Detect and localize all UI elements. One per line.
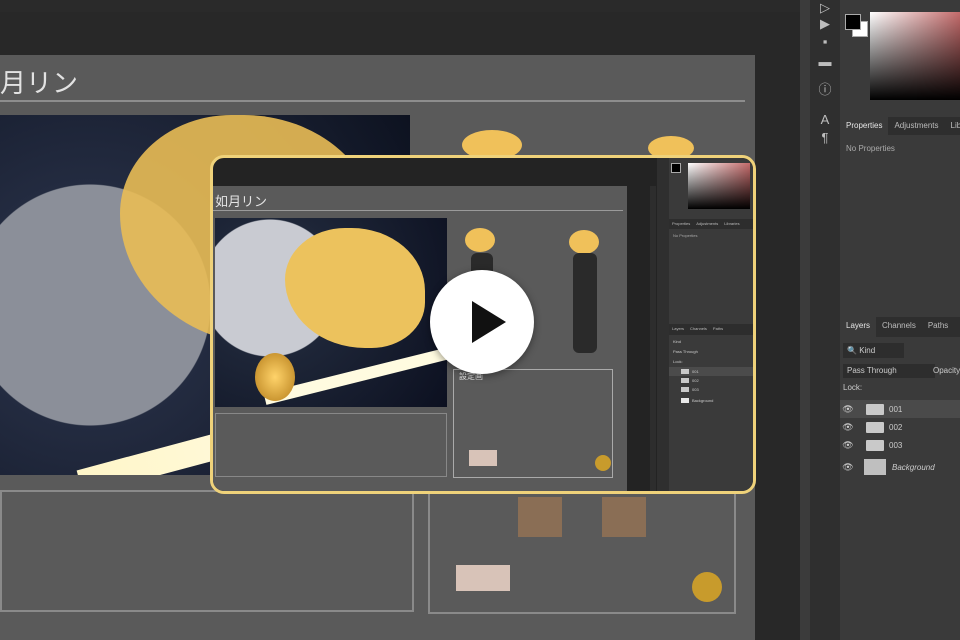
preview-hero-illustration — [215, 218, 447, 407]
layers-tabs: Layers Channels Paths — [840, 317, 960, 337]
preview-kind-filter: Kind — [673, 339, 682, 344]
preview-text-frame — [215, 413, 447, 477]
figure-shorts — [602, 497, 646, 537]
eye-icon[interactable]: 👁 — [840, 422, 856, 433]
layer-thumbnail — [681, 398, 689, 403]
reference-sheet-frame — [428, 475, 736, 614]
folder-icon — [681, 387, 689, 392]
tab-libraries[interactable]: Libraries — [945, 117, 960, 135]
play-button[interactable] — [430, 270, 534, 374]
preview-layer-name: 003 — [692, 387, 699, 392]
opacity-label: Opacity — [933, 366, 960, 375]
preview-title-divider — [213, 210, 623, 211]
preview-properties-empty: No Properties — [673, 233, 698, 238]
layer-name: 003 — [889, 440, 903, 450]
layer-row[interactable]: 👁 003 — [840, 436, 960, 454]
eye-icon[interactable]: 👁 — [840, 404, 856, 415]
preview-layer-row: Background — [669, 396, 753, 405]
preview-layer-name: 002 — [692, 378, 699, 383]
eye-icon[interactable]: 👁 — [840, 440, 856, 451]
paragraph-icon[interactable]: ¶ — [816, 130, 834, 146]
info-icon[interactable]: ⓘ — [816, 82, 834, 98]
preview-tab-properties: Properties — [672, 221, 691, 226]
layer-row[interactable]: 👁 001 — [840, 400, 960, 418]
folder-icon — [681, 369, 689, 374]
play-tool-icon[interactable]: ▶ — [816, 16, 834, 32]
preview-properties-tabs: Properties Adjustments Libraries — [669, 219, 753, 229]
properties-tabs: Properties Adjustments Libraries — [840, 117, 960, 135]
tab-adjustments[interactable]: Adjustments — [888, 117, 944, 135]
comment-icon[interactable]: ▬ — [816, 54, 834, 70]
katana-guard — [255, 353, 295, 401]
figure-shorts — [518, 497, 562, 537]
text-frame — [0, 490, 414, 612]
preview-tab-paths: Paths — [712, 326, 724, 331]
preview-color-field — [688, 163, 750, 209]
eye-closeup — [469, 450, 497, 466]
title-divider — [0, 100, 745, 102]
preview-lock-label: Lock: — [673, 359, 683, 364]
layer-name: Background — [892, 462, 935, 472]
character-icon[interactable]: A — [816, 112, 834, 128]
color-picker-field[interactable] — [870, 12, 960, 100]
figure-hair — [569, 230, 599, 254]
layer-thumbnail — [864, 459, 886, 475]
folder-icon — [866, 421, 884, 433]
tool-column: ▷ ▶ ▪ ▬ ⓘ A ¶ — [810, 0, 840, 640]
preview-blend-mode: Pass Through — [673, 349, 698, 354]
emblem — [595, 455, 611, 471]
folder-icon — [866, 403, 884, 415]
preview-layer-row: 001 — [669, 367, 753, 376]
folder-icon — [681, 378, 689, 383]
character-hair — [285, 228, 425, 348]
folder-icon — [866, 439, 884, 451]
preview-layer-row: 003 — [669, 385, 753, 394]
figure-body — [573, 253, 597, 353]
properties-empty-text: No Properties — [846, 144, 895, 153]
layer-name: 002 — [889, 422, 903, 432]
ruler — [0, 0, 800, 12]
kind-label: Kind — [859, 346, 876, 355]
tab-layers[interactable]: Layers — [840, 317, 877, 337]
preview-tab-adjustments: Adjustments — [696, 221, 719, 226]
preview-scrollbar — [650, 186, 656, 491]
preview-layer-row: 002 — [669, 376, 753, 385]
preview-title: 如月リン — [215, 195, 268, 210]
eye-icon[interactable]: 👁 — [840, 462, 856, 473]
foreground-color-swatch[interactable] — [845, 14, 861, 30]
preview-fg-swatch — [671, 163, 681, 173]
eye-closeup — [456, 565, 510, 591]
preview-tab-channels: Channels — [690, 326, 707, 331]
preview-tab-layers: Layers — [672, 326, 685, 331]
tab-channels[interactable]: Channels — [876, 317, 922, 337]
preview-layer-name: 001 — [692, 369, 699, 374]
layer-row[interactable]: 👁 Background — [840, 456, 960, 478]
layer-kind-filter[interactable]: 🔍 Kind — [843, 343, 904, 358]
layer-comp-icon[interactable]: ▪ — [816, 34, 834, 50]
emblem — [692, 572, 722, 602]
blend-mode-select[interactable]: Pass Through — [843, 364, 935, 378]
artboard-title: 月リン — [0, 69, 79, 99]
lock-label: Lock: — [843, 383, 863, 392]
preview-tab-libraries: Libraries — [724, 221, 740, 226]
preview-layers-tabs: Layers Channels Paths — [669, 324, 753, 335]
pen-tool-icon[interactable]: ▷ — [816, 0, 834, 16]
layer-row[interactable]: 👁 002 — [840, 418, 960, 436]
preview-layer-name: Background — [692, 398, 714, 403]
play-icon — [472, 301, 506, 343]
layer-name: 001 — [889, 404, 903, 414]
tab-properties[interactable]: Properties — [840, 117, 889, 135]
figure-hair — [465, 228, 495, 252]
tab-paths[interactable]: Paths — [922, 317, 954, 337]
preview-tool-column — [657, 158, 669, 491]
